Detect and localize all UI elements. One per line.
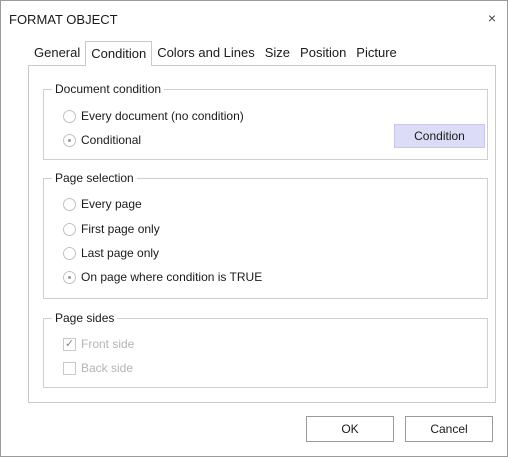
radio-button-icon[interactable] bbox=[63, 270, 76, 284]
page-sides-group: Page sides ✓ Front side Back side bbox=[43, 311, 488, 388]
cancel-button[interactable]: Cancel bbox=[405, 416, 493, 442]
tab-size[interactable]: Size bbox=[260, 42, 295, 63]
radio-label: On page where condition is TRUE bbox=[81, 270, 263, 284]
radio-button-icon[interactable] bbox=[63, 246, 76, 260]
page-sides-legend: Page sides bbox=[52, 311, 118, 325]
radio-label: Conditional bbox=[81, 133, 142, 147]
dialog-title: FORMAT OBJECT bbox=[9, 12, 118, 27]
radio-label: Every document (no condition) bbox=[81, 109, 244, 123]
ok-button[interactable]: OK bbox=[306, 416, 394, 442]
radio-button-icon[interactable] bbox=[63, 197, 76, 211]
tab-general[interactable]: General bbox=[29, 42, 85, 63]
close-icon[interactable]: × bbox=[485, 10, 499, 26]
condition-tab-panel: Document condition Every document (no co… bbox=[28, 65, 496, 403]
condition-button[interactable]: Condition bbox=[394, 124, 485, 148]
radio-label: First page only bbox=[81, 222, 160, 236]
tab-colors-and-lines[interactable]: Colors and Lines bbox=[152, 42, 260, 63]
checkbox-empty-icon[interactable] bbox=[63, 361, 76, 375]
radio-button-icon[interactable] bbox=[63, 222, 76, 236]
tab-condition[interactable]: Condition bbox=[85, 41, 153, 66]
document-condition-group: Document condition Every document (no co… bbox=[43, 82, 488, 160]
radio-conditional[interactable]: Conditional bbox=[63, 133, 141, 147]
radio-button-icon[interactable] bbox=[63, 109, 76, 123]
page-selection-legend: Page selection bbox=[52, 171, 137, 185]
radio-label: Last page only bbox=[81, 246, 160, 260]
radio-label: Every page bbox=[81, 197, 142, 211]
tab-strip: General Condition Colors and Lines Size … bbox=[29, 41, 402, 66]
document-condition-legend: Document condition bbox=[52, 82, 165, 96]
radio-every-document[interactable]: Every document (no condition) bbox=[63, 109, 244, 123]
tab-position[interactable]: Position bbox=[295, 42, 351, 63]
checkbox-front-side[interactable]: ✓ Front side bbox=[63, 337, 134, 351]
page-selection-group: Page selection Every page First page onl… bbox=[43, 171, 488, 299]
title-bar: FORMAT OBJECT × bbox=[1, 1, 507, 35]
format-object-dialog: FORMAT OBJECT × General Condition Colors… bbox=[0, 0, 508, 457]
checkbox-label: Front side bbox=[81, 337, 135, 351]
radio-on-page-condition-true[interactable]: On page where condition is TRUE bbox=[63, 270, 262, 284]
checkbox-back-side[interactable]: Back side bbox=[63, 361, 133, 375]
radio-first-page-only[interactable]: First page only bbox=[63, 222, 160, 236]
checkbox-label: Back side bbox=[81, 361, 134, 375]
checkmark-icon[interactable]: ✓ bbox=[63, 337, 76, 351]
radio-button-icon[interactable] bbox=[63, 133, 76, 147]
radio-last-page-only[interactable]: Last page only bbox=[63, 246, 159, 260]
radio-every-page[interactable]: Every page bbox=[63, 197, 142, 211]
tab-picture[interactable]: Picture bbox=[351, 42, 401, 63]
